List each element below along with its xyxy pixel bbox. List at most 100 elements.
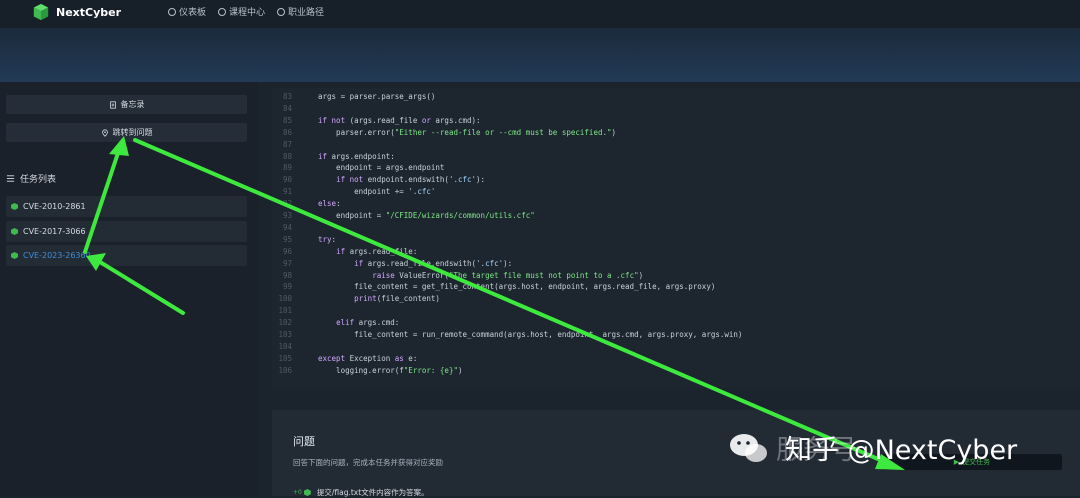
line-number: 105 bbox=[278, 353, 292, 363]
code-text: logging.error(f"Error: {e}") bbox=[318, 365, 463, 375]
line-number: 94 bbox=[282, 222, 292, 232]
question-title: 问题 bbox=[293, 435, 315, 448]
watermark: 服务号 知乎 @NextCyber bbox=[728, 428, 1017, 467]
code-text: if not (args.read_file or args.cmd): bbox=[318, 115, 481, 125]
nav-dashboard[interactable]: 仪表板 bbox=[168, 5, 206, 18]
task-item-cve-2023-26360[interactable]: CVE-2023-26360 bbox=[6, 245, 247, 266]
task-item-cve-2017-3066[interactable]: CVE-2017-3066 bbox=[6, 221, 247, 242]
hexagon-icon bbox=[303, 489, 311, 496]
brand[interactable]: NextCyber bbox=[32, 3, 121, 21]
nav-career-path[interactable]: 职业路径 bbox=[277, 5, 324, 18]
line-number: 102 bbox=[278, 318, 292, 328]
line-number: 93 bbox=[282, 211, 292, 220]
jump-label: 跳转到问题 bbox=[112, 128, 153, 137]
line-number: 88 bbox=[282, 151, 292, 161]
brand-name: NextCyber bbox=[56, 5, 122, 19]
hexagon-icon bbox=[11, 252, 18, 259]
line-number: 106 bbox=[278, 365, 292, 375]
code-line: 83 args = parser.parse_args() bbox=[272, 92, 435, 104]
line-number: 97 bbox=[282, 258, 292, 268]
code-text: if args.endpoint: bbox=[318, 151, 395, 161]
question-item-text: 提交/flag.txt文件内容作为答案。 bbox=[316, 488, 429, 497]
code-line: 95 try: bbox=[272, 235, 336, 247]
code-line: 100 print(file_content) bbox=[272, 294, 440, 306]
code-line: 106 logging.error(f"Error: {e}") bbox=[272, 365, 463, 378]
code-text: parser.error("Either --read-file or --cm… bbox=[318, 127, 617, 137]
line-number: 104 bbox=[278, 341, 292, 351]
code-line: 97 if args.read_file.endswith('.cfc'): bbox=[272, 259, 512, 271]
watermark-main: 知乎 @NextCyber bbox=[785, 435, 1018, 466]
line-number: 100 bbox=[278, 294, 292, 304]
code-line: 102 elif args.cmd: bbox=[272, 318, 399, 330]
code-text: if not endpoint.endswith('.cfc'): bbox=[336, 175, 486, 185]
code-line: 101 bbox=[272, 306, 318, 318]
course-icon bbox=[218, 7, 227, 16]
main-nav: 仪表板 课程中心 职业路径 bbox=[168, 5, 324, 18]
nav-career-path-label: 职业路径 bbox=[288, 8, 325, 18]
wechat-icon bbox=[730, 433, 767, 462]
memo-button[interactable]: 备忘录 bbox=[6, 95, 247, 114]
code-line: 92 else: bbox=[272, 199, 341, 211]
code-line: 85 if not (args.read_file or args.cmd): bbox=[272, 116, 481, 128]
code-line: 105 except Exception as e: bbox=[272, 354, 417, 366]
line-number: 85 bbox=[282, 115, 292, 125]
line-number: 89 bbox=[282, 163, 292, 173]
line-number: 99 bbox=[282, 282, 292, 292]
code-text: args = parser.parse_args() bbox=[318, 92, 436, 101]
code-line: 88 if args.endpoint: bbox=[272, 152, 395, 164]
code-line: 93 endpoint = "/CFIDE/wizards/common/uti… bbox=[272, 211, 535, 223]
line-number: 98 bbox=[282, 270, 292, 280]
location-pin-icon bbox=[101, 128, 108, 137]
line-number: 90 bbox=[282, 175, 292, 185]
task-list-title: 任务列表 bbox=[6, 172, 56, 185]
code-line: 98 raise ValueError("The target file mus… bbox=[272, 271, 643, 283]
top-navbar: NextCyber 仪表板 课程中心 职业路径 bbox=[0, 0, 1080, 28]
code-text: endpoint = args.endpoint bbox=[318, 163, 445, 173]
code-text: elif args.cmd: bbox=[336, 318, 400, 328]
task-list-title-text: 任务列表 bbox=[20, 175, 57, 185]
line-number: 83 bbox=[282, 92, 292, 101]
line-number: 91 bbox=[282, 187, 292, 197]
code-text: try: bbox=[318, 234, 337, 244]
code-text: if args.read_file.endswith('.cfc'): bbox=[354, 258, 513, 268]
line-number: 92 bbox=[282, 199, 292, 209]
sidebar bbox=[0, 82, 258, 496]
nav-courses[interactable]: 课程中心 bbox=[218, 5, 265, 18]
line-number: 86 bbox=[282, 127, 292, 137]
task-label: CVE-2010-2861 bbox=[23, 202, 86, 211]
line-number: 95 bbox=[282, 234, 292, 244]
hexagon-icon bbox=[11, 228, 18, 235]
question-subtitle: 回答下面的问题，完成本任务并获得对应奖励 bbox=[293, 458, 443, 467]
code-text: except Exception as e: bbox=[318, 353, 418, 363]
hexagon-icon bbox=[11, 203, 18, 210]
code-text: if args.read_file: bbox=[336, 246, 418, 256]
line-number: 101 bbox=[278, 306, 292, 316]
line-number: 84 bbox=[282, 103, 292, 113]
code-line: 84 bbox=[272, 104, 318, 116]
jump-to-question-button[interactable]: 跳转到问题 bbox=[6, 123, 247, 142]
code-text: raise ValueError("The target file must n… bbox=[372, 270, 644, 280]
code-viewer[interactable]: 83 args = parser.parse_args() 84 85 if not (… bbox=[272, 88, 1080, 388]
code-text: endpoint += '.cfc' bbox=[318, 187, 436, 197]
code-line: 91 endpoint += '.cfc' bbox=[272, 187, 435, 199]
task-label: CVE-2017-3066 bbox=[23, 227, 86, 236]
code-text: file_content = run_remote_command(args.h… bbox=[318, 330, 743, 339]
dashboard-icon bbox=[168, 7, 176, 16]
question-item: +0 提交/flag.txt文件内容作为答案。 bbox=[293, 487, 429, 498]
nav-dashboard-label: 仪表板 bbox=[179, 8, 207, 18]
code-text: file_content = get_file_content(args.hos… bbox=[318, 282, 716, 292]
hero-banner bbox=[0, 28, 1080, 82]
cube-icon bbox=[33, 3, 49, 21]
line-number: 87 bbox=[282, 139, 292, 149]
code-line: 90 if not endpoint.endswith('.cfc'): bbox=[272, 175, 485, 187]
code-line: 86 parser.error("Either --read-file or -… bbox=[272, 128, 616, 140]
line-number: 103 bbox=[278, 330, 292, 339]
code-line: 99 file_content = get_file_content(args.… bbox=[272, 282, 715, 294]
code-text: endpoint = "/CFIDE/wizards/common/utils.… bbox=[318, 211, 535, 220]
task-label: CVE-2023-26360 bbox=[23, 251, 91, 260]
task-item-cve-2010-2861[interactable]: CVE-2010-2861 bbox=[6, 196, 247, 217]
points-value: +0 bbox=[293, 489, 302, 496]
code-text: print(file_content) bbox=[354, 294, 440, 304]
path-icon bbox=[277, 7, 286, 16]
code-line: 96 if args.read_file: bbox=[272, 247, 417, 259]
